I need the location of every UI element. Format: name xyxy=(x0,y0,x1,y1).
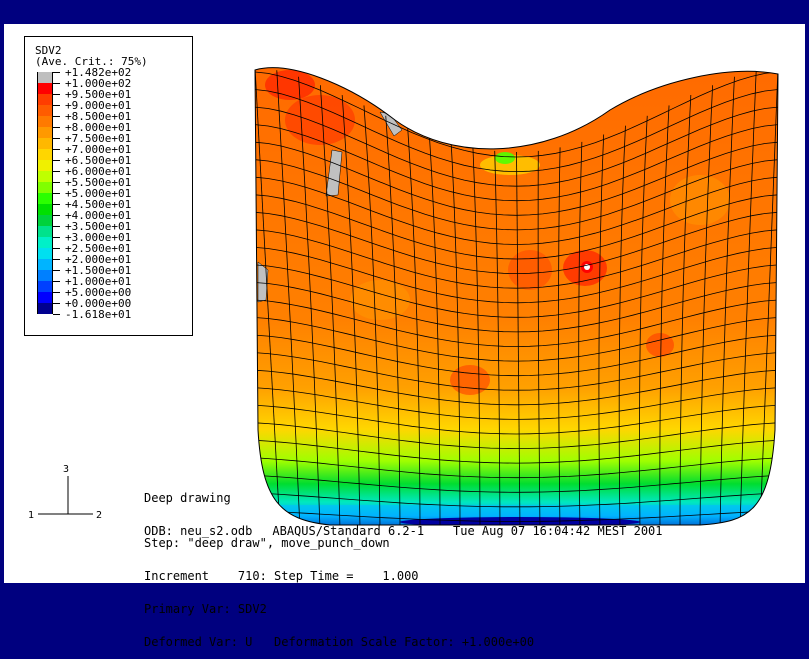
legend-tick xyxy=(53,127,60,128)
legend-entry: -1.618e+01 xyxy=(35,309,192,320)
info-increment: Increment 710: Step Time = 1.000 xyxy=(144,569,419,583)
legend-tick xyxy=(53,138,60,139)
legend-tick xyxy=(53,160,60,161)
legend-tick xyxy=(53,116,60,117)
coordinate-triad: 3 1 2 xyxy=(28,464,102,521)
legend-tick xyxy=(53,226,60,227)
legend-tick xyxy=(53,149,60,150)
legend-tick xyxy=(53,215,60,216)
info-primary-var: Primary Var: SDV2 xyxy=(144,602,267,616)
legend-tick xyxy=(53,237,60,238)
info-title: Deep drawing xyxy=(144,491,231,505)
legend-rows: +1.482e+02 +1.000e+02 +9.500e+01 +9.000e+01… xyxy=(35,67,192,320)
legend-tick xyxy=(53,193,60,194)
legend-tick xyxy=(53,72,60,73)
contour-legend: SDV2 (Ave. Crit.: 75%) +1.482e+02 +1.000e… xyxy=(24,36,193,336)
legend-tick xyxy=(53,314,60,315)
legend-tick xyxy=(53,94,60,95)
legend-tick xyxy=(53,259,60,260)
legend-label: -1.618e+01 xyxy=(65,308,132,321)
info-step: Step: "deep draw", move_punch_down xyxy=(144,536,390,550)
legend-tick xyxy=(53,292,60,293)
legend-tick xyxy=(53,204,60,205)
triad-label-2: 2 xyxy=(96,510,102,521)
triad-label-1: 1 xyxy=(28,510,34,521)
info-deformed-var: Deformed Var: U Deformation Scale Factor… xyxy=(144,635,535,649)
triad-label-3: 3 xyxy=(63,464,69,475)
legend-tick xyxy=(53,182,60,183)
legend-tick xyxy=(53,281,60,282)
legend-tick xyxy=(53,105,60,106)
step-info: Step: "deep draw", move_punch_down Incre… xyxy=(144,516,534,659)
legend-tick xyxy=(53,270,60,271)
legend-tick xyxy=(53,83,60,84)
legend-tick xyxy=(53,303,60,304)
legend-tick xyxy=(53,248,60,249)
legend-tick xyxy=(53,171,60,172)
